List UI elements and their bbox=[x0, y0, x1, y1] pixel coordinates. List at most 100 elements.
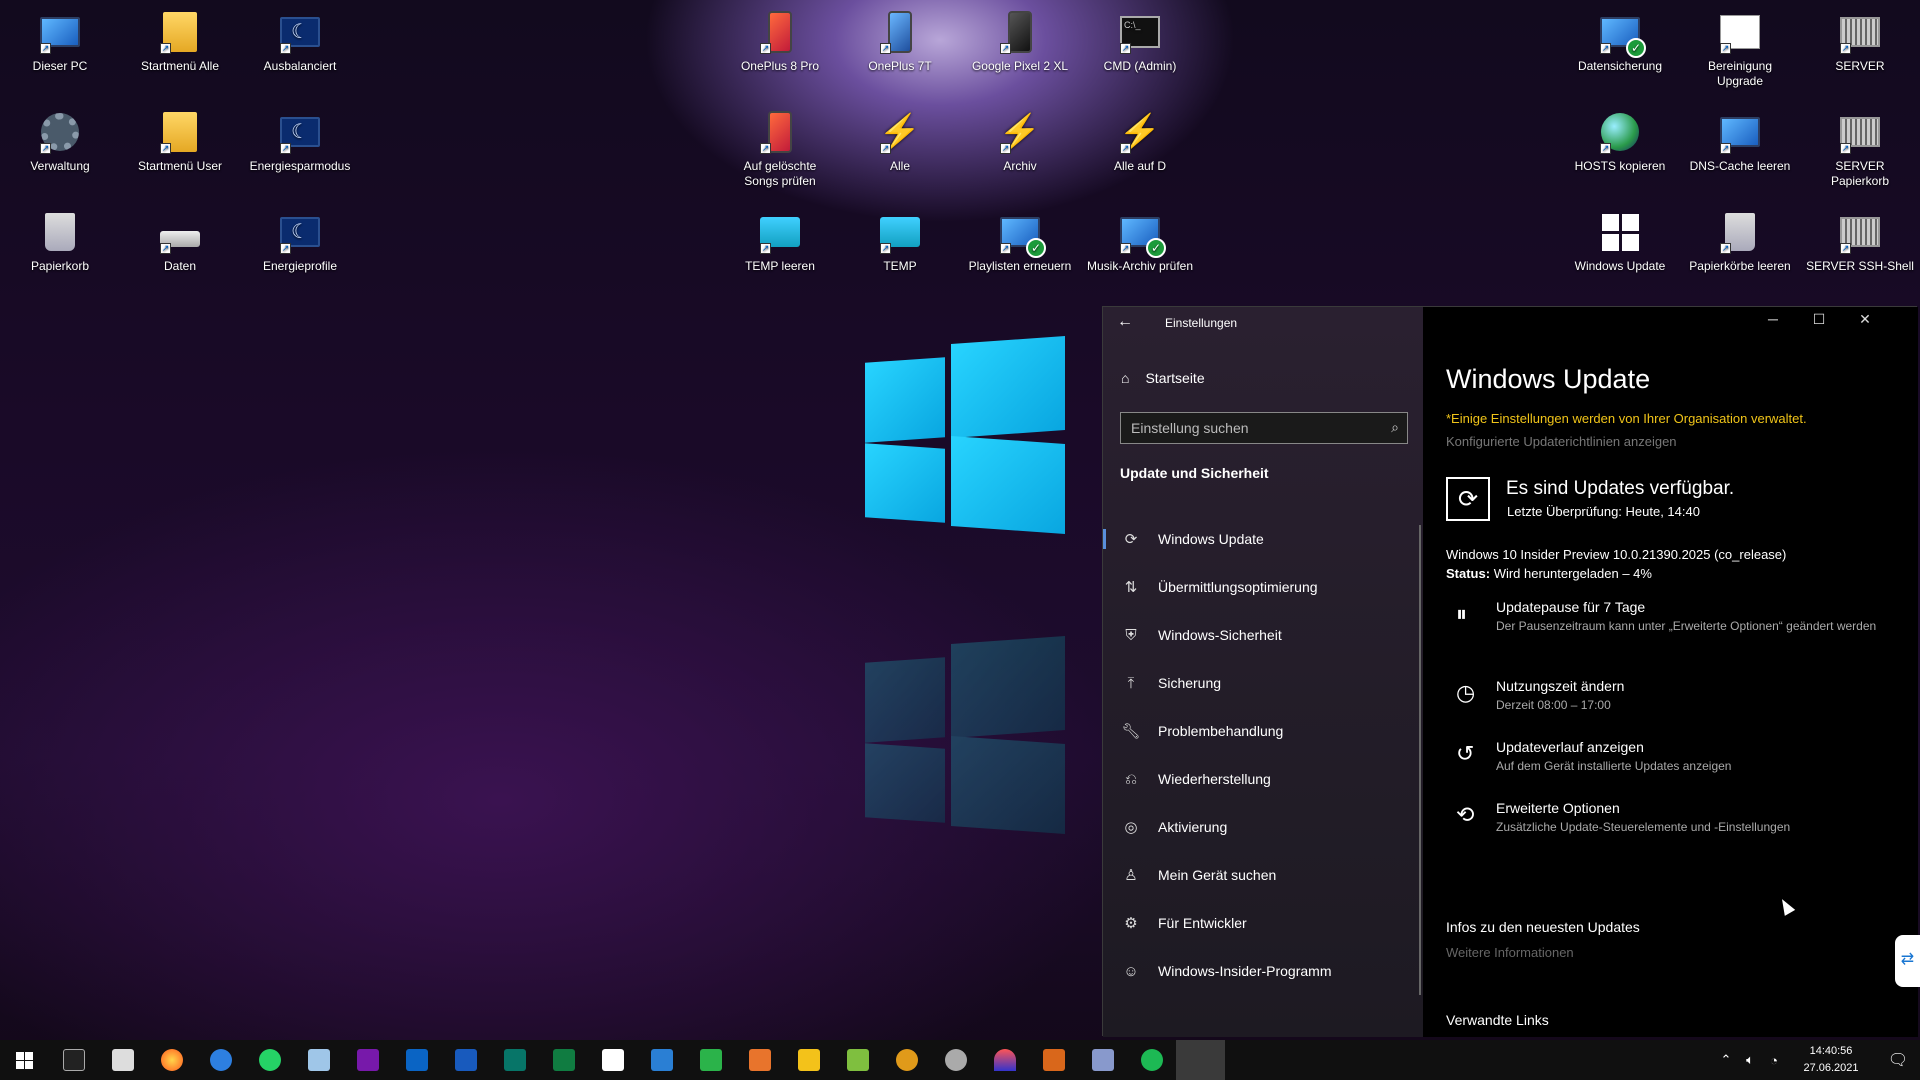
shield-app-icon[interactable] bbox=[931, 1040, 980, 1080]
desktop-icon-auf-geloeschte-songs-pruefen[interactable]: ↗ Auf gelöschte Songs prüfen bbox=[725, 110, 835, 189]
impress-icon[interactable] bbox=[735, 1040, 784, 1080]
spotify-icon[interactable] bbox=[1127, 1040, 1176, 1080]
spreadsheet-icon[interactable] bbox=[833, 1040, 882, 1080]
desktop-icon-temp[interactable]: ↗ TEMP bbox=[845, 210, 955, 274]
desktop-icon-energiesparmodus[interactable]: ☾ ↗ Energiesparmodus bbox=[245, 110, 355, 174]
desktop-icon-hosts-kopieren[interactable]: ↗ HOSTS kopieren bbox=[1565, 110, 1675, 174]
writer-icon[interactable] bbox=[637, 1040, 686, 1080]
option-title: Updatepause für 7 Tage bbox=[1496, 599, 1646, 615]
volume-icon[interactable]: 🔈︎ bbox=[1738, 1052, 1762, 1068]
settings-app-icon[interactable] bbox=[1176, 1040, 1225, 1080]
advanced-sync-icon: ⟲ bbox=[1456, 802, 1475, 827]
phone-icon: ↗ bbox=[758, 110, 802, 154]
desktop-icon-daten[interactable]: ↗ Daten bbox=[125, 210, 235, 274]
desktop-icon-papierkorb[interactable]: Papierkorb bbox=[5, 210, 115, 274]
desktop-icon-alle[interactable]: ⚡ ↗ Alle bbox=[845, 110, 955, 174]
option-update-history[interactable]: ↺ Updateverlauf anzeigen Auf dem Gerät in… bbox=[1446, 739, 1906, 775]
option-advanced[interactable]: ⟲ Erweiterte Optionen Zusätzliche Update-… bbox=[1446, 800, 1906, 836]
desktop-icon-alle-auf-d[interactable]: ⚡ ↗ Alle auf D bbox=[1085, 110, 1195, 174]
nav-item-backup[interactable]: ⤒ Sicherung bbox=[1103, 659, 1423, 707]
section-heading: Update und Sicherheit bbox=[1120, 465, 1269, 481]
onenote-icon[interactable] bbox=[343, 1040, 392, 1080]
nav-item-recovery[interactable]: ⎌ Wiederherstellung bbox=[1103, 755, 1423, 803]
nav-list: ⟳ Windows Update ⇅ Übermittlungsoptimierun… bbox=[1103, 515, 1423, 995]
nav-item-for-developers[interactable]: ⚙ Für Entwickler bbox=[1103, 899, 1423, 947]
terminal-icon[interactable] bbox=[49, 1040, 98, 1080]
start-icon[interactable] bbox=[0, 1040, 49, 1080]
recycle-bin-icon: ↗ bbox=[1718, 210, 1762, 254]
thunderbird-icon[interactable] bbox=[196, 1040, 245, 1080]
desktop-icon-papierkoerbe-leeren[interactable]: ↗ Papierkörbe leeren bbox=[1685, 210, 1795, 274]
nav-item-delivery-optimization[interactable]: ⇅ Übermittlungsoptimierung bbox=[1103, 563, 1423, 611]
desktop-icon-server-ssh-shell[interactable]: ↗ SERVER SSH-Shell bbox=[1805, 210, 1915, 274]
desktop-icon-musik-archiv-pruefen[interactable]: ✓ ↗ Musik-Archiv prüfen bbox=[1085, 210, 1195, 274]
desktop-icon-temp-leeren[interactable]: ↗ TEMP leeren bbox=[725, 210, 835, 274]
close-button[interactable]: ✕ bbox=[1845, 311, 1885, 335]
recycle-bin-icon bbox=[38, 210, 82, 254]
desktop-icon-startmenu-alle[interactable]: ↗ Startmenü Alle bbox=[125, 10, 235, 74]
back-arrow-icon[interactable]: ← bbox=[1117, 313, 1133, 331]
desktop-icon-verwaltung[interactable]: ↗ Verwaltung bbox=[5, 110, 115, 174]
calc-icon[interactable] bbox=[686, 1040, 735, 1080]
clock[interactable]: 14:40:56 27.06.2021 bbox=[1786, 1043, 1876, 1077]
network-icon[interactable]: ◔ bbox=[1762, 1053, 1786, 1068]
desktop-icon-server-papierkorb[interactable]: ↗ SERVER Papierkorb bbox=[1805, 110, 1915, 189]
desktop-icon-google-pixel-2-xl[interactable]: ↗ Google Pixel 2 XL bbox=[965, 10, 1075, 74]
phone-icon: ↗ bbox=[998, 10, 1042, 54]
wallpaper-windows-logo-reflection bbox=[865, 636, 1065, 834]
minimize-button[interactable]: ─ bbox=[1753, 311, 1793, 335]
desktop-icon-bereinigung-upgrade[interactable]: ↗ Bereinigung Upgrade bbox=[1685, 10, 1795, 89]
maximize-button[interactable]: ☐ bbox=[1799, 311, 1839, 335]
whatsapp-icon[interactable] bbox=[245, 1040, 294, 1080]
draw-icon[interactable] bbox=[784, 1040, 833, 1080]
server-icon: ↗ bbox=[1838, 210, 1882, 254]
desktop-icon-dieser-pc[interactable]: ↗ Dieser PC bbox=[5, 10, 115, 74]
desktop-icon-archiv[interactable]: ⚡ ↗ Archiv bbox=[965, 110, 1075, 174]
desktop-icon-oneplus-8-pro[interactable]: ↗ OnePlus 8 Pro bbox=[725, 10, 835, 74]
check-circle-icon: ◎ bbox=[1124, 819, 1138, 836]
outlook-icon[interactable] bbox=[392, 1040, 441, 1080]
option-active-hours[interactable]: ◷ Nutzungszeit ändern Derzeit 08:00 – 17:… bbox=[1446, 678, 1906, 714]
teamviewer-side-tab-icon[interactable]: ⇄ bbox=[1895, 935, 1920, 987]
nav-item-find-my-device[interactable]: ♙ Mein Gerät suchen bbox=[1103, 851, 1423, 899]
desktop-icon-energieprofile[interactable]: ☾ ↗ Energieprofile bbox=[245, 210, 355, 274]
desktop-icon-windows-update[interactable]: Windows Update bbox=[1565, 210, 1675, 274]
firefox-icon[interactable] bbox=[147, 1040, 196, 1080]
desktop-icon-oneplus-7t[interactable]: ↗ OnePlus 7T bbox=[845, 10, 955, 74]
tool-icon[interactable] bbox=[1029, 1040, 1078, 1080]
excel-icon[interactable] bbox=[539, 1040, 588, 1080]
file-icon[interactable] bbox=[588, 1040, 637, 1080]
notepad-icon[interactable] bbox=[294, 1040, 343, 1080]
desktop-icon-server[interactable]: ↗ SERVER bbox=[1805, 10, 1915, 74]
nav-item-windows-security[interactable]: ⛨ Windows-Sicherheit bbox=[1103, 611, 1423, 659]
desktop-icon-cmd-admin[interactable]: C:\_ ↗ CMD (Admin) bbox=[1085, 10, 1195, 74]
nav-home[interactable]: ⌂ Startseite bbox=[1121, 370, 1205, 386]
word-icon[interactable] bbox=[441, 1040, 490, 1080]
check-script-icon: ✓ ↗ bbox=[1598, 10, 1646, 58]
vpn-icon[interactable] bbox=[980, 1040, 1029, 1080]
explorer-icon[interactable] bbox=[98, 1040, 147, 1080]
nav-item-troubleshoot[interactable]: 🔧︎ Problembehandlung bbox=[1103, 707, 1423, 755]
chevron-up-icon[interactable]: ⌃ bbox=[1714, 1052, 1738, 1068]
nav-item-insider-program[interactable]: ☺ Windows-Insider-Programm bbox=[1103, 947, 1423, 995]
settings-search-input[interactable]: Einstellung suchen ⌕ bbox=[1120, 412, 1408, 444]
desktop-icon-datensicherung[interactable]: ✓ ↗ Datensicherung bbox=[1565, 10, 1675, 74]
policies-link[interactable]: Konfigurierte Updaterichtlinien anzeigen bbox=[1446, 434, 1677, 449]
notification-icon[interactable]: 🗨︎ bbox=[1876, 1050, 1920, 1070]
explorer2-icon[interactable] bbox=[1078, 1040, 1127, 1080]
option-pause-updates[interactable]: ⏸︎ Updatepause für 7 Tage Der Pausenzeitr… bbox=[1446, 599, 1906, 635]
page-title: Windows Update bbox=[1446, 364, 1651, 394]
desktop-icon-dns-cache-leeren[interactable]: ↗ DNS-Cache leeren bbox=[1685, 110, 1795, 174]
folder-icon: ↗ bbox=[158, 10, 202, 54]
desktop-icon-playlisten-erneuern[interactable]: ✓ ↗ Playlisten erneuern bbox=[965, 210, 1075, 274]
publisher-icon[interactable] bbox=[490, 1040, 539, 1080]
nav-item-windows-update[interactable]: ⟳ Windows Update bbox=[1103, 515, 1423, 563]
nav-scrollbar[interactable] bbox=[1419, 525, 1421, 995]
winamp-icon[interactable] bbox=[882, 1040, 931, 1080]
sync-icon: ⟳ bbox=[1124, 531, 1138, 548]
option-subtitle: Derzeit 08:00 – 17:00 bbox=[1496, 698, 1611, 712]
desktop-icon-ausbalanciert[interactable]: ☾ ↗ Ausbalanciert bbox=[245, 10, 355, 74]
nav-item-activation[interactable]: ◎ Aktivierung bbox=[1103, 803, 1423, 851]
desktop-icon-startmenu-user[interactable]: ↗ Startmenü User bbox=[125, 110, 235, 174]
more-info-link[interactable]: Weitere Informationen bbox=[1446, 945, 1574, 960]
